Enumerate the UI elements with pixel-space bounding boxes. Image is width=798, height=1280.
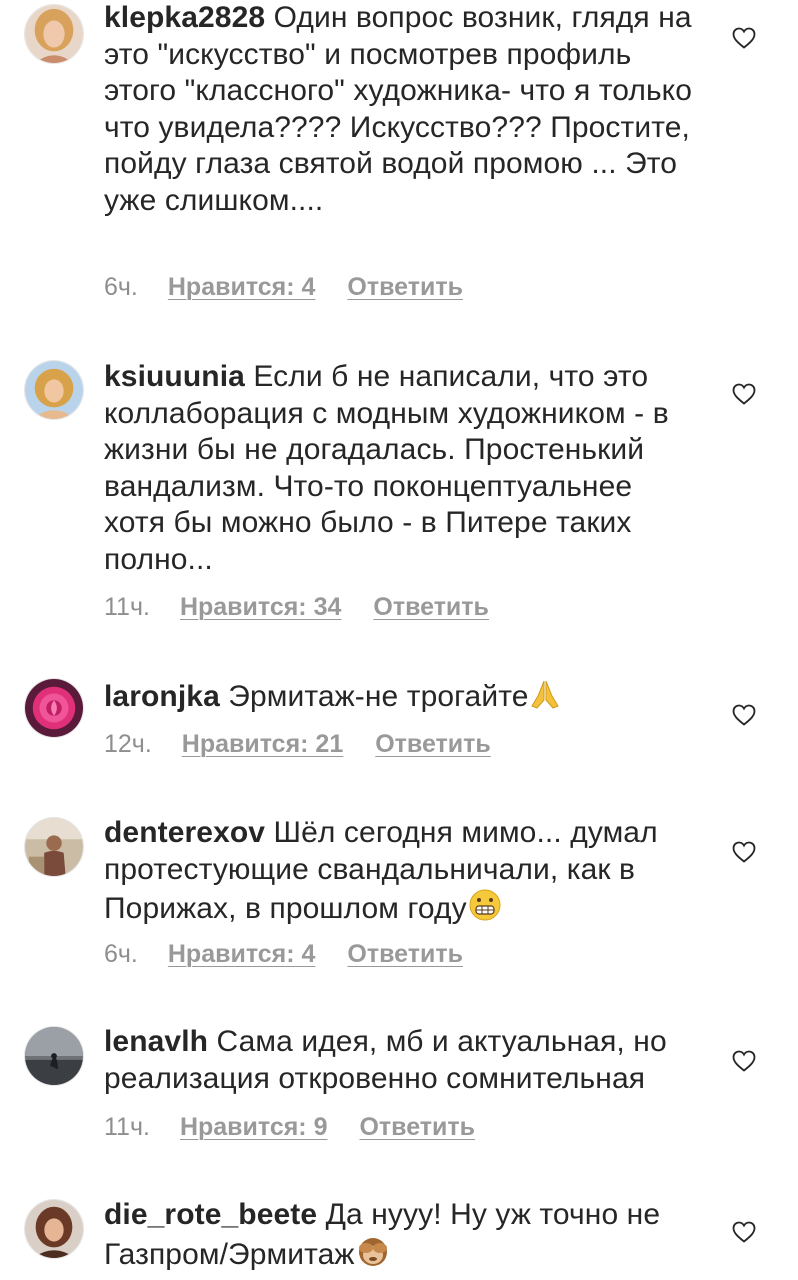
- comment-meta: 11ч. Нравится: 9 Ответить: [104, 1113, 475, 1142]
- likes-count-button[interactable]: Нравится: 21: [182, 730, 343, 759]
- comment-body: denterexov Шёл сегодня мимо... думал про…: [104, 815, 694, 932]
- see-no-evil-monkey-icon: [355, 1234, 391, 1278]
- comment-body: lenavlh Сама идея, мб и актуальная, но р…: [104, 1024, 694, 1097]
- like-heart-icon[interactable]: [732, 704, 756, 726]
- comment-username[interactable]: laronjka: [104, 680, 220, 713]
- like-heart-icon[interactable]: [732, 383, 756, 405]
- comment-meta: 6ч. Нравится: 4 Ответить: [104, 273, 463, 302]
- like-heart-icon[interactable]: [732, 841, 756, 863]
- like-heart-icon[interactable]: [732, 1221, 756, 1243]
- comment-username[interactable]: denterexov: [104, 816, 265, 849]
- grimacing-face-icon: [467, 888, 503, 932]
- comment-meta: 12ч. Нравится: 21 Ответить: [104, 730, 491, 759]
- like-heart-icon[interactable]: [732, 1050, 756, 1072]
- reply-button[interactable]: Ответить: [359, 1113, 475, 1142]
- comment-username[interactable]: klepka2828: [104, 1, 265, 34]
- likes-count-button[interactable]: Нравится: 9: [180, 1113, 328, 1142]
- likes-count-button[interactable]: Нравится: 4: [168, 940, 316, 969]
- avatar[interactable]: [24, 1026, 84, 1086]
- comment-body: laronjka Эрмитаж-не трогайте: [104, 678, 694, 720]
- praying-hands-icon: [528, 678, 562, 720]
- comment-body: ksiuuunia Если б не написали, что это ко…: [104, 359, 694, 578]
- comment-time: 11ч.: [104, 593, 150, 621]
- comment-body: die_rote_beete Да нууу! Ну уж точно не Г…: [104, 1197, 694, 1277]
- avatar[interactable]: [24, 360, 84, 420]
- avatar[interactable]: [24, 817, 84, 877]
- comment-meta: 11ч. Нравится: 34 Ответить: [104, 593, 489, 622]
- reply-button[interactable]: Ответить: [347, 940, 463, 969]
- avatar[interactable]: [24, 678, 84, 738]
- comment-time: 6ч.: [104, 940, 138, 968]
- comment-time: 12ч.: [104, 730, 152, 758]
- avatar[interactable]: [24, 4, 84, 64]
- comment-meta: 6ч. Нравится: 4 Ответить: [104, 940, 463, 969]
- likes-count-button[interactable]: Нравится: 4: [168, 273, 316, 302]
- comment-time: 11ч.: [104, 1113, 150, 1141]
- reply-button[interactable]: Ответить: [347, 273, 463, 302]
- comment-time: 6ч.: [104, 273, 138, 301]
- comment-text: Эрмитаж-не трогайте: [219, 680, 529, 713]
- comment-body: klepka2828 Один вопрос возник, глядя на …: [104, 0, 694, 219]
- avatar[interactable]: [24, 1199, 84, 1259]
- like-heart-icon[interactable]: [732, 27, 756, 49]
- comment-username[interactable]: lenavlh: [104, 1025, 208, 1058]
- likes-count-button[interactable]: Нравится: 34: [180, 593, 341, 622]
- comment-username[interactable]: ksiuuunia: [104, 360, 245, 393]
- reply-button[interactable]: Ответить: [373, 593, 489, 622]
- reply-button[interactable]: Ответить: [375, 730, 491, 759]
- comment-username[interactable]: die_rote_beete: [104, 1198, 317, 1231]
